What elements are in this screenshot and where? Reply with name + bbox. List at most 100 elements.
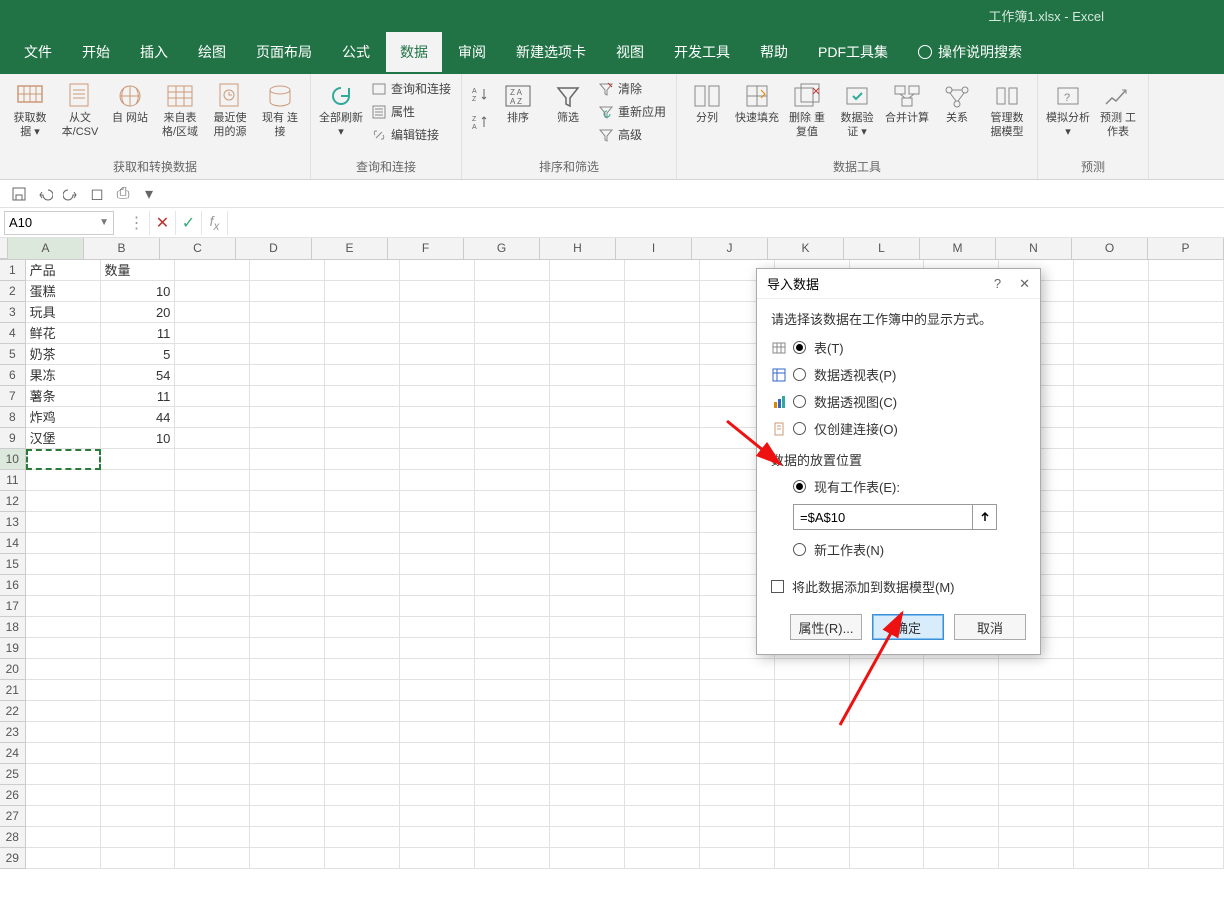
cell-E27[interactable] [325,806,400,827]
cell-D19[interactable] [250,638,325,659]
cell-G8[interactable] [475,407,550,428]
cell-O21[interactable] [1074,680,1149,701]
row-header-22[interactable]: 22 [0,701,26,722]
cell-A12[interactable] [26,491,101,512]
cell-G21[interactable] [475,680,550,701]
cell-G24[interactable] [475,743,550,764]
cell-B4[interactable]: 11 [101,323,176,344]
cell-H25[interactable] [550,764,625,785]
cell-L22[interactable] [850,701,925,722]
cell-C22[interactable] [175,701,250,722]
cell-P18[interactable] [1149,617,1224,638]
cell-O12[interactable] [1074,491,1149,512]
radio-existing-sheet[interactable] [793,480,806,493]
cell-H5[interactable] [550,344,625,365]
row-header-18[interactable]: 18 [0,617,26,638]
row-header-12[interactable]: 12 [0,491,26,512]
cell-E7[interactable] [325,386,400,407]
cell-D3[interactable] [250,302,325,323]
cell-I12[interactable] [625,491,700,512]
cell-O29[interactable] [1074,848,1149,869]
cell-P28[interactable] [1149,827,1224,848]
cell-H29[interactable] [550,848,625,869]
recent-sources-button[interactable]: 最近使 用的源 [206,78,254,144]
cell-P19[interactable] [1149,638,1224,659]
cell-L26[interactable] [850,785,925,806]
cell-A4[interactable]: 鲜花 [26,323,101,344]
cell-H24[interactable] [550,743,625,764]
cell-N29[interactable] [999,848,1074,869]
cell-O17[interactable] [1074,596,1149,617]
row-header-5[interactable]: 5 [0,344,26,365]
cell-A3[interactable]: 玩具 [26,302,101,323]
cell-F27[interactable] [400,806,475,827]
cell-D15[interactable] [250,554,325,575]
cell-F10[interactable] [400,449,475,470]
cell-I2[interactable] [625,281,700,302]
cell-G7[interactable] [475,386,550,407]
cell-C25[interactable] [175,764,250,785]
tab-view[interactable]: 视图 [602,32,658,72]
cell-E4[interactable] [325,323,400,344]
cell-C18[interactable] [175,617,250,638]
cell-D24[interactable] [250,743,325,764]
cell-N27[interactable] [999,806,1074,827]
cell-F20[interactable] [400,659,475,680]
cell-I26[interactable] [625,785,700,806]
cell-C12[interactable] [175,491,250,512]
column-header-E[interactable]: E [312,238,388,259]
cell-M24[interactable] [924,743,999,764]
cell-C9[interactable] [175,428,250,449]
cell-E26[interactable] [325,785,400,806]
column-header-A[interactable]: A [8,238,84,259]
cell-E16[interactable] [325,575,400,596]
cell-E6[interactable] [325,365,400,386]
cell-P4[interactable] [1149,323,1224,344]
cell-L24[interactable] [850,743,925,764]
cell-L28[interactable] [850,827,925,848]
row-header-24[interactable]: 24 [0,743,26,764]
cell-F15[interactable] [400,554,475,575]
cell-J28[interactable] [700,827,775,848]
cell-E12[interactable] [325,491,400,512]
cell-F18[interactable] [400,617,475,638]
row-header-15[interactable]: 15 [0,554,26,575]
row-header-13[interactable]: 13 [0,512,26,533]
cell-B10[interactable] [101,449,176,470]
column-header-L[interactable]: L [844,238,920,259]
cell-I16[interactable] [625,575,700,596]
cell-D22[interactable] [250,701,325,722]
tab-review[interactable]: 审阅 [444,32,500,72]
cell-B21[interactable] [101,680,176,701]
cell-D14[interactable] [250,533,325,554]
cell-K23[interactable] [775,722,850,743]
cell-O8[interactable] [1074,407,1149,428]
cell-G12[interactable] [475,491,550,512]
cell-G14[interactable] [475,533,550,554]
enter-formula-icon[interactable]: ✓ [176,211,202,235]
cell-B1[interactable]: 数量 [101,260,176,281]
row-header-3[interactable]: 3 [0,302,26,323]
consolidate-button[interactable]: 合并计算 [883,78,931,130]
row-header-25[interactable]: 25 [0,764,26,785]
cell-J29[interactable] [700,848,775,869]
cell-G11[interactable] [475,470,550,491]
cell-G27[interactable] [475,806,550,827]
row-header-14[interactable]: 14 [0,533,26,554]
radio-connection-only[interactable] [793,422,806,435]
cell-C15[interactable] [175,554,250,575]
cell-K29[interactable] [775,848,850,869]
cell-E5[interactable] [325,344,400,365]
column-header-I[interactable]: I [616,238,692,259]
cell-F4[interactable] [400,323,475,344]
cell-D7[interactable] [250,386,325,407]
cell-F23[interactable] [400,722,475,743]
properties-button[interactable]: 属性 [367,101,455,122]
fx-icon[interactable]: fx [202,211,228,235]
cell-M28[interactable] [924,827,999,848]
cell-P29[interactable] [1149,848,1224,869]
cell-C19[interactable] [175,638,250,659]
cell-H6[interactable] [550,365,625,386]
cell-O23[interactable] [1074,722,1149,743]
cell-H16[interactable] [550,575,625,596]
